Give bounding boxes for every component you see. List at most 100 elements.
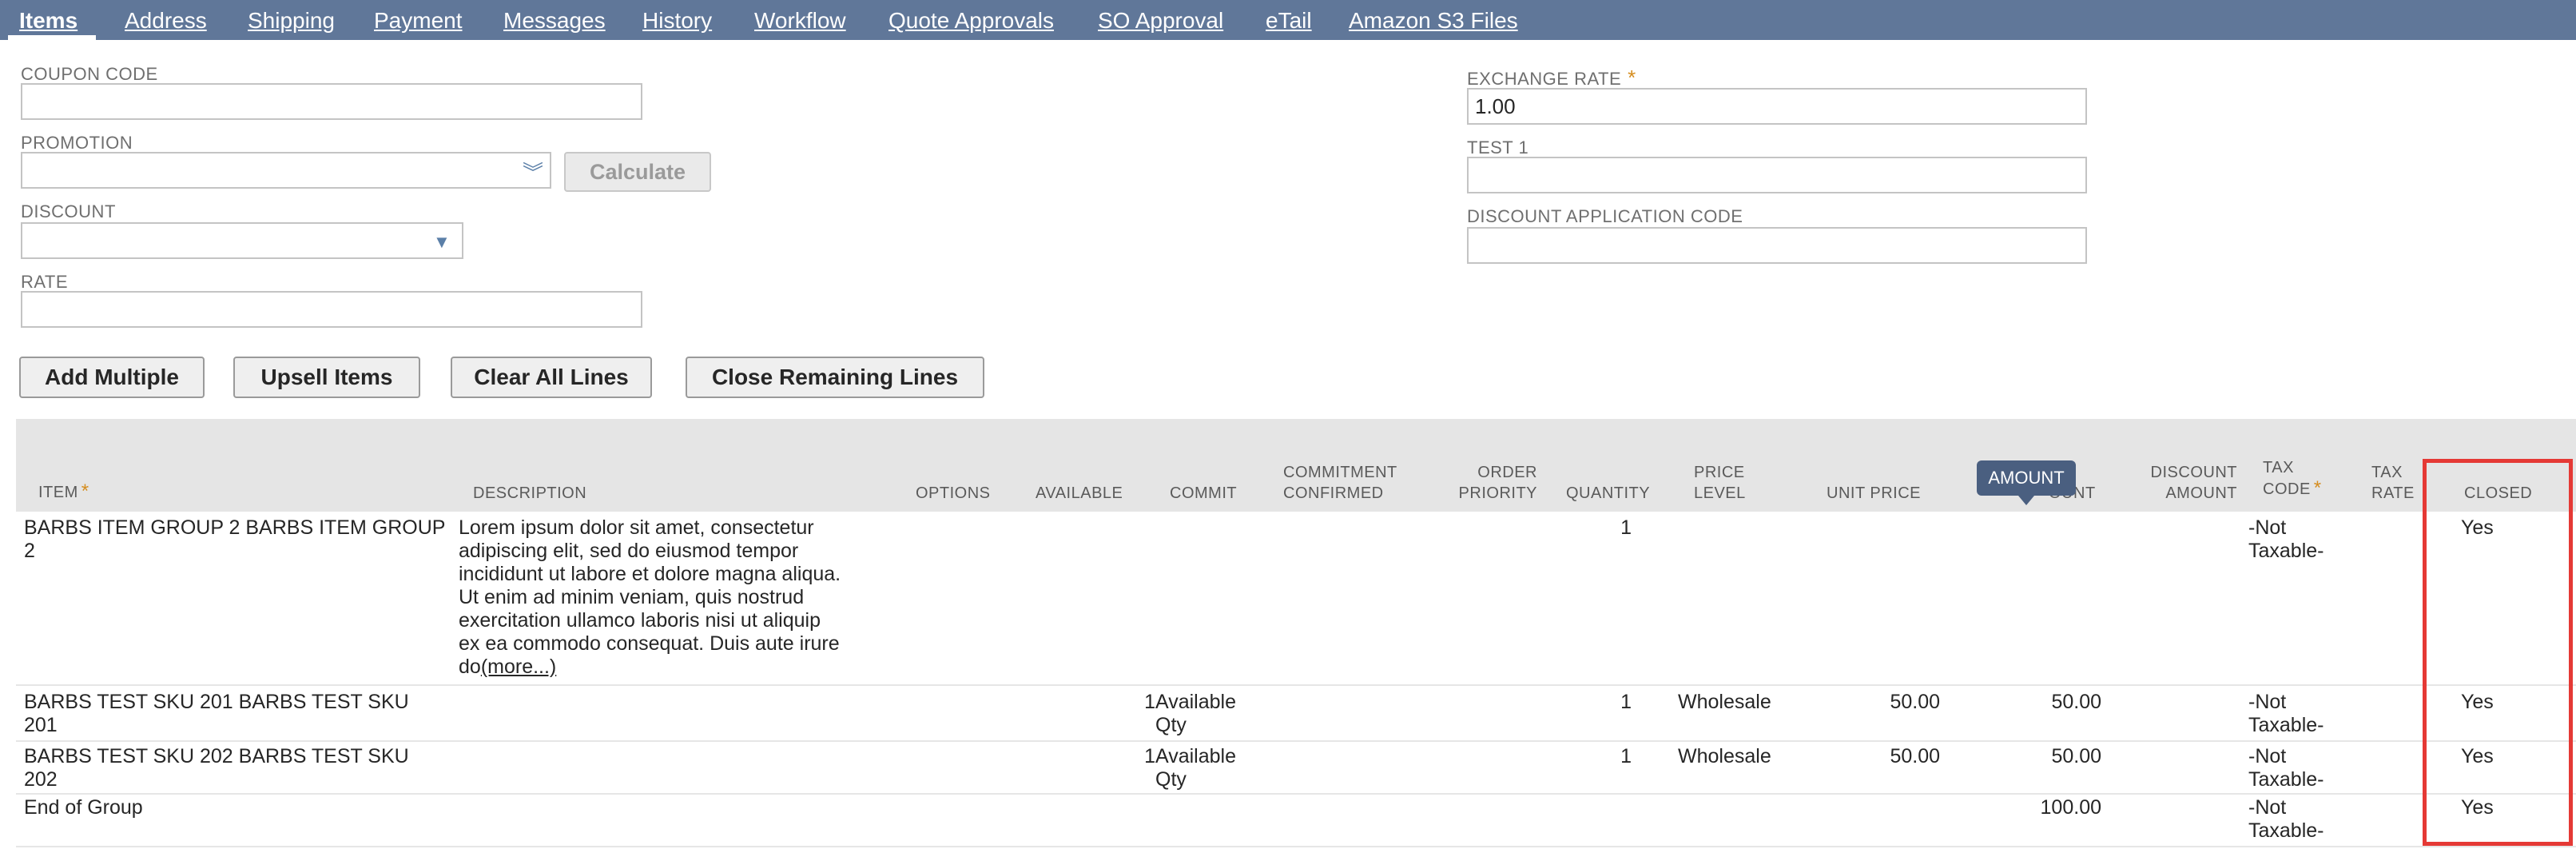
column-header-commitment-confirmed[interactable]: COMMITMENT CONFIRMED <box>1283 462 1397 504</box>
column-header-unit-price[interactable]: UNIT PRICE <box>1827 483 1921 504</box>
tax-code-cell: -Not Taxable- <box>2248 745 2324 791</box>
commitment-confirmed-line1: COMMITMENT <box>1283 464 1397 481</box>
column-header-description[interactable]: DESCRIPTION <box>473 483 586 504</box>
coupon-code-label: COUPON CODE <box>21 64 158 84</box>
upsell-items-button[interactable]: Upsell Items <box>233 357 420 398</box>
calculate-button[interactable]: Calculate <box>564 152 711 192</box>
item-name-line1: End of Group <box>24 796 143 819</box>
coupon-code-field[interactable] <box>21 83 642 120</box>
tax-code-line1: -Not <box>2248 516 2287 539</box>
discount-application-code-field[interactable] <box>1467 227 2087 264</box>
tab-payment[interactable]: Payment <box>374 8 463 34</box>
tab-amazon-s3-files[interactable]: Amazon S3 Files <box>1349 8 1518 34</box>
tax-rate-line2: RATE <box>2371 484 2415 502</box>
commitment-confirmed-line2: CONFIRMED <box>1283 484 1384 502</box>
close-remaining-lines-button[interactable]: Close Remaining Lines <box>686 357 984 398</box>
item-cell[interactable]: BARBS TEST SKU 201 BARBS TEST SKU 201 <box>24 691 455 737</box>
column-header-item[interactable]: ITEM * <box>38 481 89 503</box>
tab-quote-approvals[interactable]: Quote Approvals <box>888 8 1054 34</box>
tab-shipping[interactable]: Shipping <box>248 8 335 34</box>
commit-cell: Available Qty <box>1155 691 1236 737</box>
price-level-cell: Wholesale <box>1678 691 1771 713</box>
required-mark: * <box>1628 66 1636 90</box>
item-name-line2: 201 <box>24 714 58 736</box>
add-multiple-button[interactable]: Add Multiple <box>19 357 205 398</box>
tab-workflow[interactable]: Workflow <box>754 8 846 34</box>
table-row[interactable]: BARBS TEST SKU 201 BARBS TEST SKU 201 1 … <box>16 686 2576 742</box>
more-link[interactable]: (more...) <box>481 656 556 678</box>
item-cell[interactable]: BARBS ITEM GROUP 2 BARBS ITEM GROUP 2 <box>24 516 455 563</box>
table-row[interactable]: BARBS TEST SKU 202 BARBS TEST SKU 202 1 … <box>16 742 2576 795</box>
table-row[interactable]: End of Group 100.00 -Not Taxable- Yes <box>16 795 2576 847</box>
description-line: Ut enim ad minim veniam, quis nostrud <box>459 586 805 608</box>
tab-so-approval[interactable]: SO Approval <box>1098 8 1223 34</box>
description-line: exercitation ullamco laboris nisi ut ali… <box>459 609 821 632</box>
tax-code-line2: CODE <box>2263 480 2311 498</box>
tax-code-line2: Taxable- <box>2248 714 2324 736</box>
triangle-down-icon[interactable]: ▼ <box>433 232 451 253</box>
tab-address[interactable]: Address <box>125 8 207 34</box>
unit-price-cell: 50.00 <box>1890 691 1940 713</box>
column-header-order-priority[interactable]: ORDER PRIORITY <box>1441 462 1537 504</box>
unit-price-cell: 50.00 <box>1890 745 1940 767</box>
discount-application-code-label: DISCOUNT APPLICATION CODE <box>1467 206 1743 226</box>
clear-all-lines-button[interactable]: Clear All Lines <box>451 357 652 398</box>
item-cell[interactable]: BARBS TEST SKU 202 BARBS TEST SKU 202 <box>24 745 455 791</box>
item-name-line2: 2 <box>24 540 35 562</box>
commit-cell: Available Qty <box>1155 745 1236 791</box>
order-priority-line1: ORDER <box>1477 464 1537 481</box>
column-header-price-level[interactable]: PRICE LEVEL <box>1694 462 1746 504</box>
closed-column-highlight <box>2423 459 2573 846</box>
column-header-discount-amount[interactable]: DISCOUNT AMOUNT <box>2125 462 2237 504</box>
active-tab-indicator <box>8 35 96 40</box>
exchange-rate-field[interactable]: 1.00 <box>1467 88 2087 125</box>
rate-label: RATE <box>21 272 69 292</box>
available-cell: 1 <box>1144 691 1155 713</box>
tax-code-cell: -Not Taxable- <box>2248 691 2324 737</box>
test1-label: TEST 1 <box>1467 138 1529 157</box>
promotion-select[interactable] <box>21 152 551 189</box>
tax-code-line1: -Not <box>2248 691 2287 713</box>
test1-field[interactable] <box>1467 157 2087 193</box>
description-cell: Lorem ipsum dolor sit amet, consectetur … <box>459 516 906 679</box>
column-header-tax-rate[interactable]: TAX RATE <box>2371 462 2415 504</box>
tax-code-line2: Taxable- <box>2248 768 2324 791</box>
promotion-label: PROMOTION <box>21 133 133 153</box>
column-header-options[interactable]: OPTIONS <box>916 483 991 504</box>
tax-code-line1: -Not <box>2248 745 2287 767</box>
commit-line1: Available <box>1155 745 1237 767</box>
column-header-commit[interactable]: COMMIT <box>1170 483 1237 504</box>
amount-cell: 50.00 <box>2051 745 2101 767</box>
amount-cell: 100.00 <box>2040 796 2101 819</box>
tax-code-line2: Taxable- <box>2248 819 2324 842</box>
column-header-available[interactable]: AVAILABLE <box>1036 483 1123 504</box>
description-line: incididunt ut labore et dolore magna ali… <box>459 563 841 585</box>
tab-etail[interactable]: eTail <box>1266 8 1312 34</box>
items-grid-header: ITEM * DESCRIPTION OPTIONS AVAILABLE COMM… <box>16 419 2576 512</box>
commit-line1: Available <box>1155 691 1237 713</box>
double-chevron-down-icon[interactable]: ︾ <box>523 157 543 186</box>
tab-history[interactable]: History <box>642 8 712 34</box>
table-row[interactable]: BARBS ITEM GROUP 2 BARBS ITEM GROUP 2 Lo… <box>16 512 2576 686</box>
column-header-quantity[interactable]: QUANTITY <box>1566 483 1650 504</box>
discount-amount-line1: DISCOUNT <box>2150 464 2237 481</box>
tax-code-line2: Taxable- <box>2248 540 2324 562</box>
required-mark: * <box>81 480 89 502</box>
item-name-line1: BARBS TEST SKU 202 BARBS TEST SKU <box>24 745 409 767</box>
tab-items[interactable]: Items <box>19 8 78 34</box>
available-cell: 1 <box>1144 745 1155 767</box>
commit-line2: Qty <box>1155 768 1187 791</box>
discount-label: DISCOUNT <box>21 201 116 221</box>
exchange-rate-label-text: EXCHANGE RATE <box>1467 69 1622 89</box>
description-line: ex ea commodo consequat. Duis aute irure <box>459 632 840 655</box>
column-header-tax-code[interactable]: TAX CODE * <box>2263 457 2322 500</box>
tax-code-cell: -Not Taxable- <box>2248 796 2324 843</box>
item-cell[interactable]: End of Group <box>24 796 455 819</box>
tax-rate-line1: TAX <box>2371 464 2403 481</box>
discount-amount-line2: AMOUNT <box>2165 484 2237 502</box>
tax-code-cell: -Not Taxable- <box>2248 516 2324 563</box>
tax-code-line1: TAX <box>2263 459 2294 476</box>
discount-select[interactable] <box>21 222 463 259</box>
tab-messages[interactable]: Messages <box>503 8 606 34</box>
rate-field[interactable] <box>21 291 642 328</box>
